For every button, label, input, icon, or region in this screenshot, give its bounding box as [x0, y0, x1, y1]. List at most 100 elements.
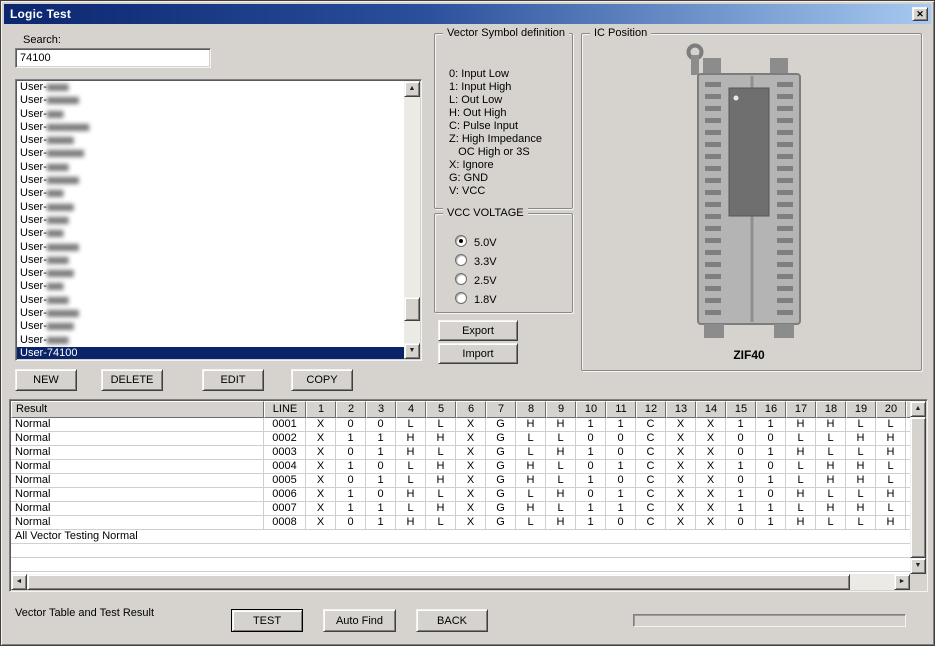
column-header[interactable]: 16 — [756, 401, 786, 418]
list-item[interactable]: User-▆▆▆▆ — [17, 334, 404, 347]
column-header[interactable]: LINE — [264, 401, 306, 418]
column-header[interactable]: 1 — [306, 401, 336, 418]
list-item[interactable]: User-▆▆▆▆▆▆ — [17, 307, 404, 320]
list-scrollbar[interactable]: ▲ ▼ — [404, 81, 420, 359]
column-header[interactable]: 3 — [366, 401, 396, 418]
table-row[interactable]: Normal0008X01HLXGLH10CXX01HLLH1 — [11, 516, 912, 530]
window-title: Logic Test — [10, 7, 71, 21]
list-item[interactable]: User-▆▆▆▆▆ — [17, 201, 404, 214]
vector-cell: C — [636, 446, 666, 460]
vector-cell: 1 — [756, 474, 786, 488]
vector-cell: C — [636, 474, 666, 488]
column-header[interactable]: 9 — [546, 401, 576, 418]
list-item-selected[interactable]: User-74100 — [17, 347, 404, 359]
list-item[interactable]: User-▆▆▆ — [17, 108, 404, 121]
auto-find-button[interactable]: Auto Find — [323, 609, 396, 632]
list-item[interactable]: User-▆▆▆▆▆▆ — [17, 174, 404, 187]
table-row[interactable]: Normal0007X11LHXGHL11CXX11LHHL0 — [11, 502, 912, 516]
vector-cell: H — [426, 502, 456, 516]
column-header[interactable]: 15 — [726, 401, 756, 418]
table-row[interactable]: Normal0002X11HHXGLL00CXX00LLHH1 — [11, 432, 912, 446]
column-header[interactable]: Result — [11, 401, 264, 418]
column-header[interactable]: 20 — [876, 401, 906, 418]
list-item[interactable]: User-▆▆▆▆ — [17, 254, 404, 267]
table-row[interactable]: Normal0003X01HLXGLH10CXX01HLLH1 — [11, 446, 912, 460]
titlebar[interactable]: Logic Test ✕ — [4, 4, 931, 24]
column-header[interactable]: 7 — [486, 401, 516, 418]
test-button[interactable]: TEST — [231, 609, 303, 632]
column-header[interactable]: 5 — [426, 401, 456, 418]
vector-cell: H — [816, 460, 846, 474]
column-header[interactable]: 19 — [846, 401, 876, 418]
vector-symbol-groupbox: Vector Symbol definition 0: Input Low1: … — [434, 33, 573, 209]
column-header[interactable]: 10 — [576, 401, 606, 418]
column-header[interactable]: 14 — [696, 401, 726, 418]
import-button[interactable]: Import — [438, 343, 518, 364]
scroll-up-icon[interactable]: ▲ — [910, 401, 926, 417]
delete-button[interactable]: DELETE — [101, 369, 163, 391]
column-header[interactable]: 17 — [786, 401, 816, 418]
scroll-left-icon[interactable]: ◄ — [11, 574, 27, 590]
vcc-option-5.0v[interactable]: 5.0V — [455, 234, 572, 253]
radio-icon[interactable] — [455, 292, 467, 304]
list-item[interactable]: User-▆▆▆▆ — [17, 81, 404, 94]
new-button[interactable]: NEW — [15, 369, 77, 391]
list-item[interactable]: User-▆▆▆▆▆ — [17, 267, 404, 280]
column-header[interactable]: 13 — [666, 401, 696, 418]
copy-button[interactable]: COPY — [291, 369, 353, 391]
search-input[interactable] — [15, 48, 211, 68]
column-header[interactable]: 12 — [636, 401, 666, 418]
column-header[interactable]: 2 — [336, 401, 366, 418]
column-header[interactable]: 11 — [606, 401, 636, 418]
vcc-option-2.5v[interactable]: 2.5V — [455, 272, 572, 291]
list-item[interactable]: User-▆▆▆▆▆▆ — [17, 241, 404, 254]
vector-cell: X — [666, 516, 696, 530]
vcc-option-1.8v[interactable]: 1.8V — [455, 291, 572, 310]
export-button[interactable]: Export — [438, 320, 518, 341]
column-header[interactable]: 6 — [456, 401, 486, 418]
scroll-down-icon[interactable]: ▼ — [910, 558, 926, 574]
vector-cell: L — [786, 460, 816, 474]
back-button[interactable]: BACK — [416, 609, 488, 632]
symbol-line: H: Out High — [449, 107, 572, 120]
list-item[interactable]: User-▆▆▆▆▆ — [17, 134, 404, 147]
vector-cell: L — [786, 502, 816, 516]
column-header[interactable]: 8 — [516, 401, 546, 418]
vector-cell: H — [546, 516, 576, 530]
table-row[interactable]: Normal0004X10LHXGHL01CXX10LHHL0 — [11, 460, 912, 474]
scroll-up-icon[interactable]: ▲ — [404, 81, 420, 97]
vector-cell: 1 — [756, 418, 786, 432]
vcc-option-3.3v[interactable]: 3.3V — [455, 253, 572, 272]
scroll-down-icon[interactable]: ▼ — [404, 343, 420, 359]
vector-cell: C — [636, 432, 666, 446]
edit-button[interactable]: EDIT — [202, 369, 264, 391]
list-item[interactable]: User-▆▆▆ — [17, 227, 404, 240]
list-item[interactable]: User-▆▆▆▆▆▆▆▆ — [17, 121, 404, 134]
list-item[interactable]: User-▆▆▆▆ — [17, 161, 404, 174]
close-button[interactable]: ✕ — [912, 7, 928, 21]
radio-icon[interactable] — [455, 254, 467, 266]
list-item[interactable]: User-▆▆▆▆▆▆ — [17, 94, 404, 107]
scroll-right-icon[interactable]: ► — [894, 574, 910, 590]
table-vscroll-thumb[interactable] — [910, 417, 926, 558]
list-item[interactable]: User-▆▆▆ — [17, 280, 404, 293]
list-item[interactable]: User-▆▆▆▆ — [17, 294, 404, 307]
radio-icon[interactable] — [455, 235, 467, 247]
table-row[interactable]: Normal0001X00LLXGHH11CXX11HHLL0 — [11, 418, 912, 432]
vector-cell: 1 — [366, 446, 396, 460]
vector-cell: 0 — [336, 516, 366, 530]
table-row[interactable]: Normal0006X10HLXGLH01CXX10HLLH1 — [11, 488, 912, 502]
column-header[interactable]: 18 — [816, 401, 846, 418]
table-hscroll-thumb[interactable] — [27, 574, 850, 590]
table-vscrollbar[interactable]: ▲ ▼ — [910, 401, 926, 574]
list-item[interactable]: User-▆▆▆▆ — [17, 214, 404, 227]
list-item[interactable]: User-▆▆▆▆▆▆▆ — [17, 147, 404, 160]
list-item[interactable]: User-▆▆▆▆▆ — [17, 320, 404, 333]
list-scroll-thumb[interactable] — [404, 297, 420, 321]
vector-cell: 0 — [336, 474, 366, 488]
table-row[interactable]: Normal0005X01LHXGHL10CXX01LHHL0 — [11, 474, 912, 488]
column-header[interactable]: 4 — [396, 401, 426, 418]
table-hscrollbar[interactable]: ◄ ► — [11, 574, 910, 590]
radio-icon[interactable] — [455, 273, 467, 285]
list-item[interactable]: User-▆▆▆ — [17, 187, 404, 200]
